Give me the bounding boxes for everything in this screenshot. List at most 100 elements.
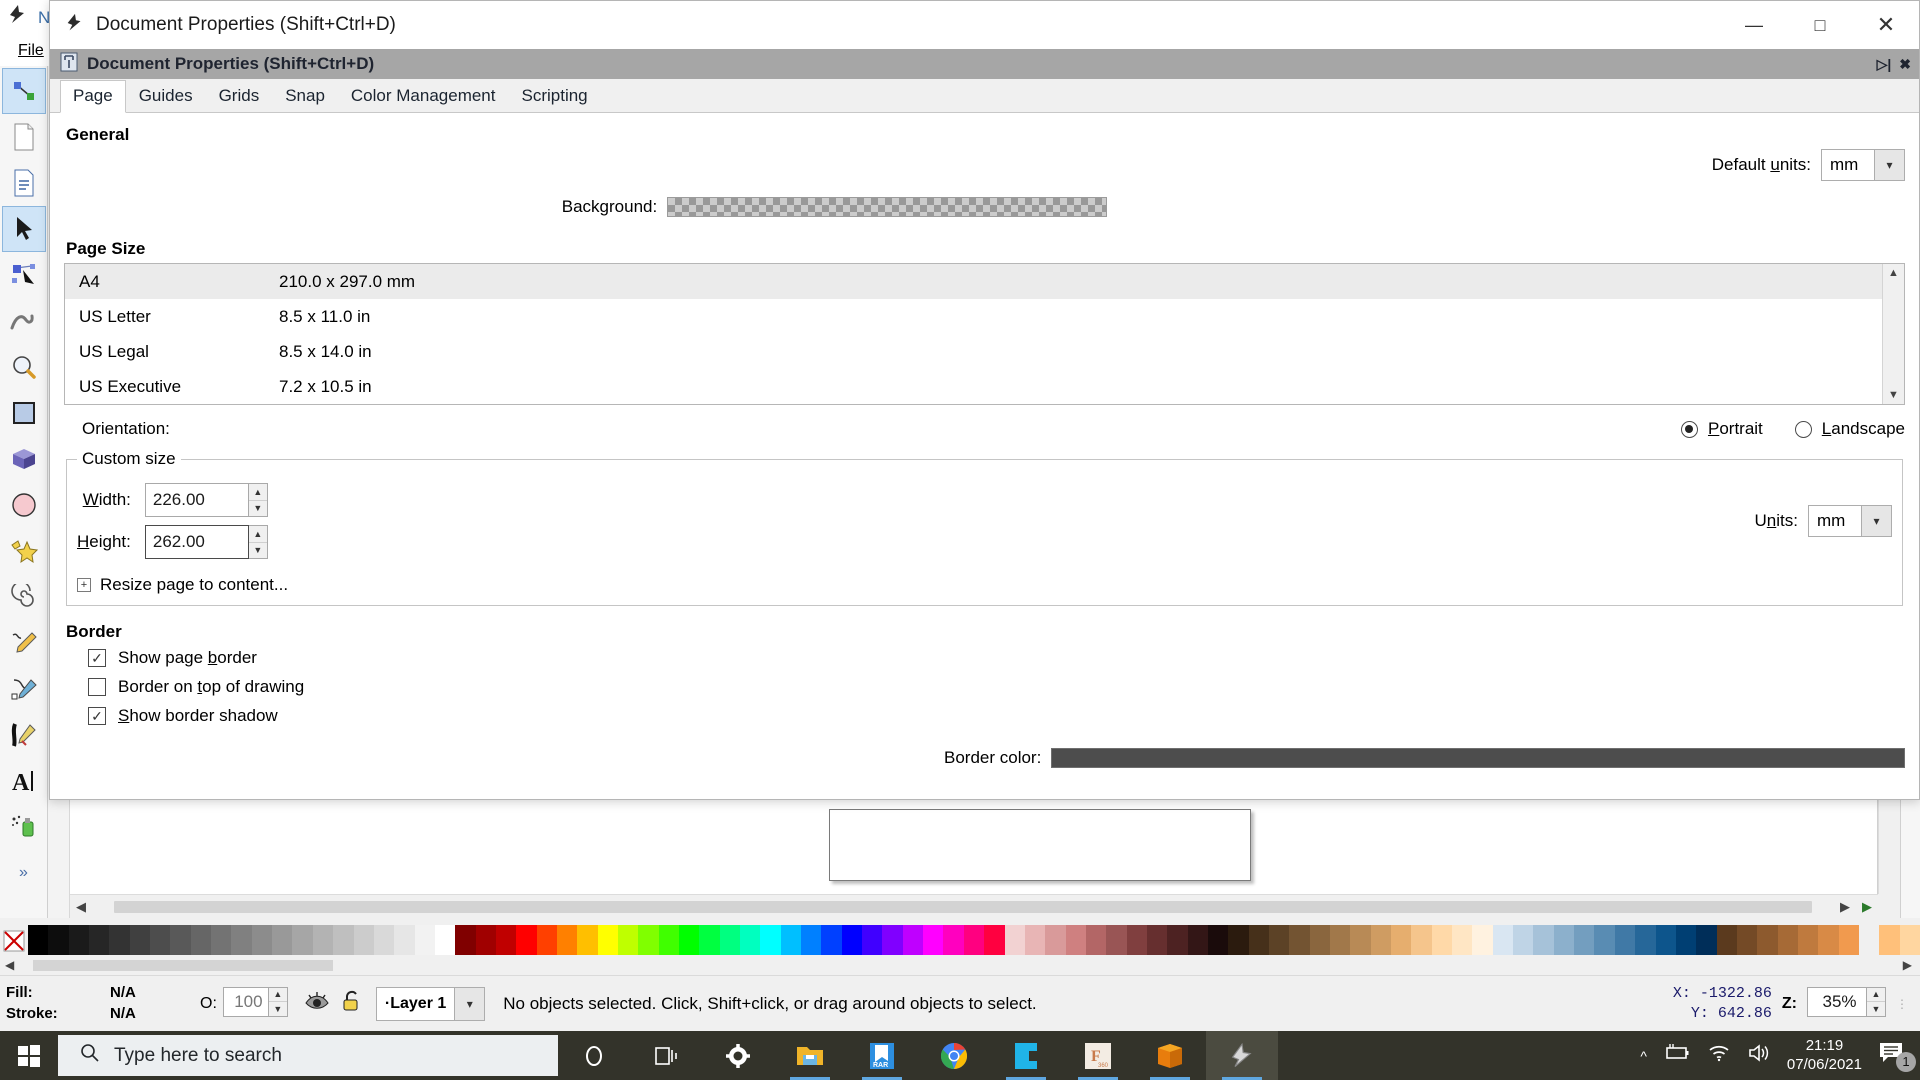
spiral-tool-icon[interactable] (2, 574, 46, 620)
palette-swatch[interactable] (658, 925, 679, 957)
dialog-titlebar[interactable]: Document Properties (Shift+Ctrl+D) — □ ✕ (50, 1, 1919, 49)
height-up-arrow[interactable]: ▲ (248, 526, 267, 543)
inkscape-icon[interactable] (1206, 1031, 1278, 1080)
palette-swatch[interactable] (1533, 925, 1554, 957)
palette-swatch[interactable] (1736, 925, 1758, 957)
dock-close-icon[interactable]: ✖ (1899, 56, 1911, 73)
palette-swatch[interactable] (1675, 925, 1697, 957)
palette-swatch[interactable] (109, 925, 130, 957)
palette-swatch[interactable] (1370, 925, 1392, 957)
palette-swatch[interactable] (719, 925, 741, 957)
palette-swatch[interactable] (1899, 925, 1920, 957)
palette-swatch[interactable] (862, 925, 883, 957)
scroll-up-arrow[interactable]: ▲ (1888, 267, 1899, 279)
page-size-row-us-executive[interactable]: US Executive 7.2 x 10.5 in (65, 369, 1882, 404)
page-size-row-a4[interactable]: A4 210.0 x 297.0 mm (65, 264, 1882, 299)
palette-swatch[interactable] (1167, 925, 1188, 957)
palette-scroll-left-arrow[interactable]: ◀ (0, 958, 19, 972)
winrar-icon[interactable]: RAR (846, 1031, 918, 1080)
palette-swatch[interactable] (68, 925, 90, 957)
text-tool-icon[interactable]: A (2, 758, 46, 804)
palette-swatch[interactable] (1126, 925, 1147, 957)
expander-plus-icon[interactable]: + (77, 578, 91, 592)
scroll-down-arrow[interactable]: ▼ (1888, 389, 1899, 401)
fusion360-icon[interactable]: F 360 (1062, 1031, 1134, 1080)
palette-swatch[interactable] (536, 925, 557, 957)
palette-arrow-icon[interactable]: ▶ (1856, 899, 1878, 915)
palette-swatch[interactable] (740, 925, 761, 957)
page-size-row-us-legal[interactable]: US Legal 8.5 x 14.0 in (65, 334, 1882, 369)
ellipse-tool-icon[interactable] (2, 482, 46, 528)
palette-swatch[interactable] (1492, 925, 1514, 957)
pencil-tool-icon[interactable] (2, 620, 46, 666)
palette-swatch[interactable] (902, 925, 924, 957)
default-units-combo[interactable]: mm ▾ (1821, 149, 1905, 181)
palette-swatch[interactable] (1146, 925, 1168, 957)
document-properties-icon[interactable] (2, 160, 46, 206)
palette-swatch[interactable] (1879, 925, 1900, 957)
palette-swatch[interactable] (1716, 925, 1737, 957)
file-explorer-icon[interactable] (774, 1031, 846, 1080)
palette-swatch[interactable] (1594, 925, 1615, 957)
box-3d-tool-icon[interactable] (2, 436, 46, 482)
tab-page[interactable]: Page (60, 80, 126, 113)
calligraphy-tool-icon[interactable] (2, 712, 46, 758)
maximize-icon[interactable]: □ (1787, 1, 1853, 49)
canvas-horizontal-scrollbar[interactable]: ◀ ▶ ▶ (70, 894, 1878, 918)
tab-snap[interactable]: Snap (272, 80, 338, 112)
opacity-input[interactable] (222, 986, 269, 1017)
node-tool-icon[interactable] (2, 252, 46, 298)
new-document-icon[interactable] (2, 114, 46, 160)
height-down-arrow[interactable]: ▼ (249, 543, 267, 559)
wifi-icon[interactable] (1707, 1044, 1731, 1067)
palette-swatch[interactable] (1391, 925, 1412, 957)
color-palette[interactable] (0, 925, 1920, 957)
spray-tool-icon[interactable] (2, 804, 46, 850)
width-spinner[interactable]: ▲▼ (144, 483, 268, 517)
units-combo[interactable]: mm ▾ (1808, 505, 1892, 537)
page-size-list[interactable]: A4 210.0 x 297.0 mm US Letter 8.5 x 11.0… (64, 263, 1905, 405)
action-center-icon[interactable]: 1 (1878, 1041, 1916, 1072)
palette-scrollbar[interactable]: ◀ ▶ (0, 955, 1920, 975)
palette-swatch[interactable] (1085, 925, 1107, 957)
palette-swatch[interactable] (1797, 925, 1819, 957)
minimize-icon[interactable]: — (1721, 1, 1787, 49)
dock-float-icon[interactable]: ▷| (1877, 56, 1892, 73)
palette-swatch[interactable] (1757, 925, 1778, 957)
palette-swatch[interactable] (495, 925, 517, 957)
height-spinner[interactable]: ▲▼ (144, 525, 268, 559)
palette-scroll-thumb[interactable] (33, 959, 334, 971)
palette-swatch[interactable] (638, 925, 659, 957)
menu-file[interactable]: File (8, 40, 54, 62)
scroll-right-arrow[interactable]: ▶ (1834, 899, 1856, 915)
show-page-border-checkbox[interactable]: ✓ (88, 649, 106, 667)
palette-swatch[interactable] (251, 925, 273, 957)
palette-swatch[interactable] (455, 925, 476, 957)
height-input[interactable] (144, 525, 249, 559)
chevron-down-icon[interactable]: ▾ (1874, 150, 1904, 180)
palette-swatch[interactable] (1289, 925, 1310, 957)
palette-swatch[interactable] (963, 925, 985, 957)
palette-swatch[interactable] (292, 925, 313, 957)
palette-swatch[interactable] (190, 925, 212, 957)
palette-swatch[interactable] (231, 925, 252, 957)
bezier-tool-icon[interactable] (2, 666, 46, 712)
unlocked-padlock-icon[interactable] (340, 989, 364, 1018)
palette-swatch[interactable] (333, 925, 354, 957)
palette-swatch[interactable] (1859, 925, 1879, 957)
palette-swatch[interactable] (1106, 925, 1127, 957)
blender-icon[interactable] (1134, 1031, 1206, 1080)
node-editor-icon[interactable] (1, 68, 46, 114)
zoom-up-arrow[interactable]: ▲ (1867, 988, 1885, 1002)
palette-swatch[interactable] (1777, 925, 1798, 957)
palette-swatch[interactable] (1004, 925, 1025, 957)
palette-swatch[interactable] (617, 925, 639, 957)
portrait-radio[interactable] (1680, 420, 1698, 438)
resize-page-to-content-label[interactable]: Resize page to content... (100, 575, 288, 595)
palette-swatch[interactable] (312, 925, 334, 957)
palette-swatch[interactable] (1024, 925, 1046, 957)
landscape-radio[interactable] (1794, 420, 1812, 438)
palette-swatch[interactable] (1838, 925, 1859, 957)
palette-swatch[interactable] (1472, 925, 1493, 957)
palette-swatch[interactable] (28, 925, 49, 957)
